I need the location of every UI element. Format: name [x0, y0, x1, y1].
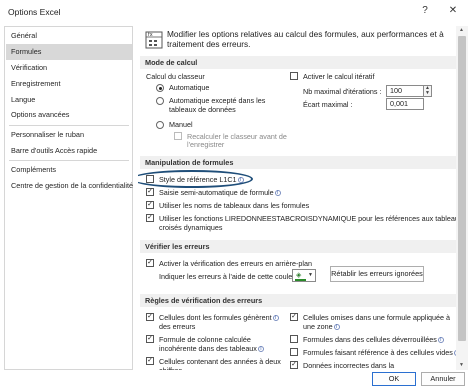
info-icon: i — [274, 190, 281, 197]
recalc-before-save-checkbox[interactable] — [174, 132, 182, 140]
radio-automatique-label: Automatique — [169, 83, 210, 92]
formula-calculator-icon: fx — [144, 30, 164, 50]
error-color-label: Indiquer les erreurs à l'aide de cette c… — [159, 272, 303, 281]
reset-ignored-errors-button[interactable]: Rétablir les erreurs ignorées — [330, 266, 424, 282]
max-change-label: Écart maximal : — [303, 100, 353, 109]
radio-auto-except-tables[interactable] — [156, 97, 164, 105]
formula-autocomplete-checkbox[interactable]: ✓ — [146, 188, 154, 196]
max-change-input[interactable]: 0,001 — [386, 98, 424, 110]
rule-unlocked-cells-checkbox[interactable] — [290, 335, 298, 343]
title-bar — [0, 0, 474, 26]
header-text-line1: Modifier les options relatives au calcul… — [167, 29, 444, 39]
window-title: Options Excel — [8, 7, 61, 17]
error-color-picker[interactable]: ◈ ▼ — [292, 269, 316, 282]
radio-manuel-label: Manuel — [169, 120, 193, 129]
rule-two-digit-years-label: Cellules contenant des années à deux — [159, 357, 281, 366]
section-verifier-erreurs: Vérifier les erreurs — [140, 240, 456, 253]
sidebar-item-general[interactable]: Général — [6, 28, 132, 44]
sidebar-item-complements[interactable]: Compléments — [6, 162, 132, 178]
radio-auto-except-label-2: tableaux de données — [169, 105, 236, 114]
sidebar-divider — [9, 160, 129, 161]
rule-empty-cells-checkbox[interactable] — [290, 348, 298, 356]
background-error-check-checkbox[interactable]: ✓ — [146, 259, 154, 267]
sidebar-item-acces-rapide[interactable]: Barre d'outils Accès rapide — [6, 143, 132, 159]
close-icon[interactable]: ✕ — [440, 0, 466, 20]
recalc-before-save-label-2: l'enregistrer — [187, 140, 225, 149]
max-iterations-spinner[interactable]: ▲ ▼ — [424, 85, 432, 97]
rule-omitted-cells-label-2: une zone i — [303, 322, 340, 331]
header-text-line2: traitement des erreurs. — [167, 39, 251, 49]
cancel-button[interactable]: Annuler — [421, 372, 465, 386]
rule-unlocked-cells-label: Formules dans des cellules déverrouillée… — [303, 335, 444, 344]
scroll-down-icon[interactable]: ▼ — [459, 362, 464, 368]
radio-auto-except-label-1: Automatique excepté dans les — [169, 96, 266, 105]
max-iterations-input[interactable]: 100 — [386, 85, 424, 97]
section-mode-calcul: Mode de calcul — [140, 56, 456, 69]
section-manipulation-formules: Manipulation de formules — [140, 156, 456, 169]
rule-omitted-cells-label: Cellules omises dans une formule appliqu… — [303, 313, 451, 322]
scroll-up-icon[interactable]: ▲ — [459, 27, 464, 33]
sidebar-item-personnaliser-ruban[interactable]: Personnaliser le ruban — [6, 127, 132, 143]
iterative-calc-label: Activer le calcul itératif — [303, 72, 375, 81]
selected-color-swatch — [295, 279, 306, 281]
info-icon: i — [333, 324, 340, 331]
highlight-circle — [138, 170, 253, 188]
getpivotdata-label-1: Utiliser les fonctions LIREDONNEESTABCRO… — [159, 214, 456, 223]
iterative-calc-checkbox[interactable] — [290, 72, 298, 80]
sidebar-item-langue[interactable]: Langue — [6, 92, 132, 108]
rule-formula-errors-label: Cellules dont les formules génèrent i — [159, 313, 279, 322]
table-names-checkbox[interactable]: ✓ — [146, 201, 154, 209]
sidebar-item-options-avancees[interactable]: Options avancées — [6, 107, 132, 123]
rule-inconsistent-column-label: Formule de colonne calculée — [159, 335, 251, 344]
sidebar-item-verification[interactable]: Vérification — [6, 60, 132, 76]
background-error-check-label: Activer la vérification des erreurs en a… — [159, 259, 312, 268]
info-icon: i — [437, 337, 444, 344]
sidebar-item-enregistrement[interactable]: Enregistrement — [6, 76, 132, 92]
rule-invalid-data-checkbox[interactable]: ✓ — [290, 361, 298, 369]
paint-bucket-icon: ◈ — [296, 272, 302, 279]
getpivotdata-label-2: croisés dynamiques — [159, 223, 223, 232]
scrollbar-thumb[interactable] — [458, 36, 466, 341]
rule-invalid-data-label: Données incorrectes dans la — [303, 361, 395, 370]
rule-inconsistent-column-checkbox[interactable]: ✓ — [146, 335, 154, 343]
rule-omitted-cells-checkbox[interactable]: ✓ — [290, 313, 298, 321]
rule-two-digit-years-checkbox[interactable]: ✓ — [146, 357, 154, 365]
getpivotdata-checkbox[interactable]: ✓ — [146, 214, 154, 222]
radio-automatique[interactable] — [156, 84, 164, 92]
ok-button[interactable]: OK — [372, 372, 416, 386]
chevron-down-icon: ▼ — [308, 272, 313, 278]
sidebar: Général Formules Vérification Enregistre… — [4, 26, 133, 370]
rule-empty-cells-label: Formules faisant référence à des cellule… — [303, 348, 456, 357]
formulas-panel: fx Modifier les options relatives au cal… — [138, 26, 456, 370]
rule-two-digit-years-label-2: chiffres — [159, 366, 182, 370]
rule-formula-errors-label-2: des erreurs — [159, 322, 196, 331]
sidebar-item-confidentialite[interactable]: Centre de gestion de la confidentialité — [6, 178, 133, 194]
sidebar-item-formules[interactable]: Formules — [6, 44, 132, 60]
workbook-calc-label: Calcul du classeur — [146, 72, 205, 81]
rule-inconsistent-column-label-2: incohérente dans des tableaux i — [159, 344, 264, 353]
sidebar-divider — [9, 125, 129, 126]
formula-autocomplete-label: Saisie semi-automatique de formule i — [159, 188, 281, 197]
svg-text:fx: fx — [148, 32, 153, 38]
section-regles-verification: Règles de vérification des erreurs — [140, 294, 456, 307]
radio-manuel[interactable] — [156, 121, 164, 129]
help-icon[interactable]: ? — [412, 0, 438, 20]
max-iterations-label: Nb maximal d'itérations : — [303, 87, 382, 96]
info-icon: i — [257, 346, 264, 353]
rule-formula-errors-checkbox[interactable]: ✓ — [146, 313, 154, 321]
info-icon: i — [272, 315, 279, 322]
table-names-label: Utiliser les noms de tableaux dans les f… — [159, 201, 310, 210]
